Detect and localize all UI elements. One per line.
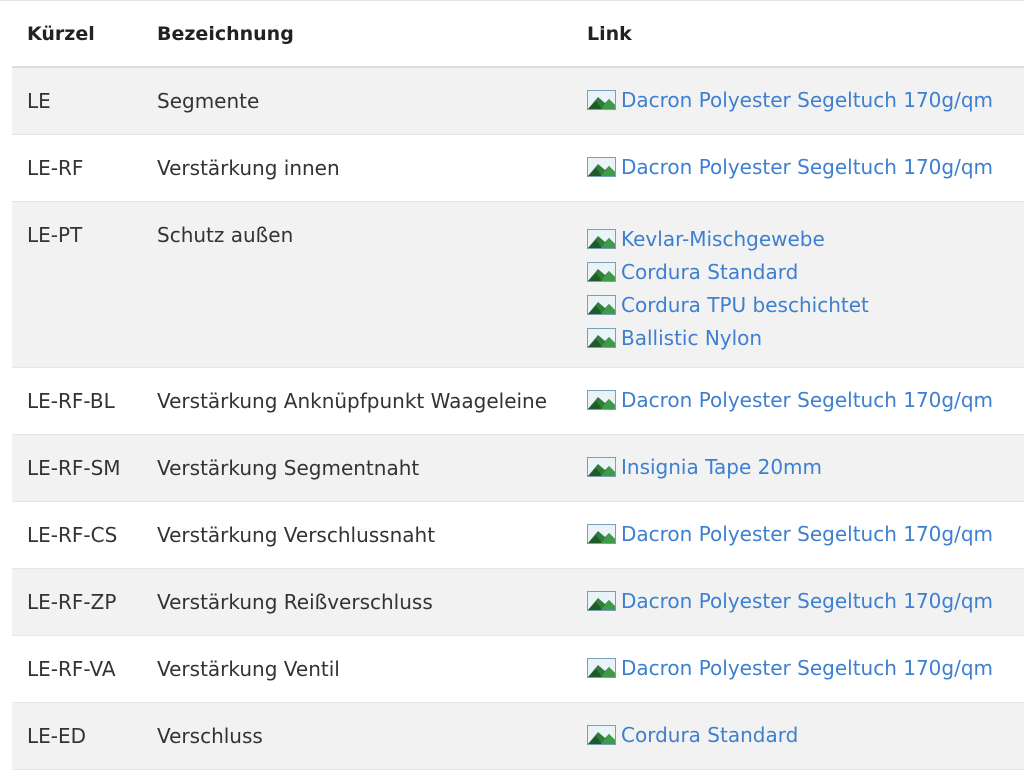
image-icon — [587, 157, 616, 177]
material-link[interactable]: Cordura Standard — [587, 719, 1024, 752]
cell-abbr: LE — [27, 88, 51, 113]
material-link[interactable]: Cordura TPU beschichtet — [587, 289, 1024, 322]
table-row: LE-RF-ZP Verstärkung Reißverschluss Dacron… — [12, 568, 1024, 635]
cell-abbr: LE-RF-ZP — [27, 589, 117, 614]
cell-name: Segmente — [157, 88, 260, 113]
header-abbr: Kürzel — [27, 22, 95, 45]
material-link-label: Dacron Polyester Segeltuch 170g/qm — [621, 656, 994, 680]
cell-links: Kevlar-Mischgewebe Cordura Standard Cordur… — [574, 201, 1024, 367]
cell-name: Schutz außen — [157, 222, 294, 247]
cell-name: Verstärkung innen — [157, 155, 340, 180]
cell-links: Cordura Standard — [574, 702, 1024, 769]
table-row: LE-RF-BL Verstärkung Anknüpfpunkt Waagele… — [12, 367, 1024, 434]
image-icon — [587, 390, 616, 410]
material-link[interactable]: Dacron Polyester Segeltuch 170g/qm — [587, 384, 1024, 417]
image-icon — [587, 261, 616, 282]
image-icon — [587, 327, 616, 348]
table-row: LE-RF-SM Verstärkung Segmentnaht Insignia … — [12, 434, 1024, 501]
material-link-label: Cordura Standard — [621, 723, 799, 747]
materials-table: Kürzel Bezeichnung Link LE Segmente Dacron… — [12, 1, 1024, 770]
cell-abbr: LE-ED — [27, 723, 87, 748]
material-link[interactable]: Kevlar-Mischgewebe — [587, 223, 1024, 256]
cell-abbr: LE-RF-VA — [27, 656, 116, 681]
image-icon — [587, 90, 616, 111]
image-icon — [587, 228, 616, 249]
material-link-label: Dacron Polyester Segeltuch 170g/qm — [621, 589, 994, 613]
cell-links: Dacron Polyester Segeltuch 170g/qm — [574, 568, 1024, 635]
table-row: LE-ED Verschluss Cordura Standard — [12, 702, 1024, 769]
cell-abbr: LE-RF-BL — [27, 388, 115, 413]
table-row: LE Segmente Dacron Polyester Segeltuch 170… — [12, 67, 1024, 134]
image-icon — [587, 725, 616, 745]
table-row: LE-RF-VA Verstärkung Ventil Dacron Polyest… — [12, 635, 1024, 702]
materials-table-container: Kürzel Bezeichnung Link LE Segmente Dacron… — [0, 0, 1024, 781]
cell-links: Dacron Polyester Segeltuch 170g/qm — [574, 67, 1024, 134]
cell-abbr: LE-RF-CS — [27, 522, 118, 547]
material-link-label: Insignia Tape 20mm — [621, 455, 823, 479]
material-link[interactable]: Dacron Polyester Segeltuch 170g/qm — [587, 84, 1024, 117]
material-link-label: Dacron Polyester Segeltuch 170g/qm — [621, 155, 994, 179]
material-link-label: Dacron Polyester Segeltuch 170g/qm — [621, 388, 994, 412]
cell-links: Dacron Polyester Segeltuch 170g/qm — [574, 635, 1024, 702]
cell-abbr: LE-RF-SM — [27, 455, 121, 480]
table-row: LE-RF-CS Verstärkung Verschlussnaht Dacron… — [12, 501, 1024, 568]
material-link[interactable]: Dacron Polyester Segeltuch 170g/qm — [587, 518, 1024, 551]
material-link-label: Dacron Polyester Segeltuch 170g/qm — [621, 522, 994, 546]
material-link-label: Cordura Standard — [621, 259, 799, 284]
cell-name: Verstärkung Reißverschluss — [157, 589, 433, 614]
cell-abbr: LE-PT — [27, 222, 83, 247]
material-link-label: Dacron Polyester Segeltuch 170g/qm — [621, 88, 994, 113]
image-icon — [587, 294, 616, 315]
header-link: Link — [587, 22, 632, 45]
cell-name: Verstärkung Verschlussnaht — [157, 522, 436, 547]
cell-name: Verschluss — [157, 723, 263, 748]
cell-links: Dacron Polyester Segeltuch 170g/qm — [574, 367, 1024, 434]
cell-name: Verstärkung Anknüpfpunkt Waageleine — [157, 388, 548, 413]
cell-name: Verstärkung Segmentnaht — [157, 455, 420, 480]
image-icon — [587, 524, 616, 544]
material-link[interactable]: Ballistic Nylon — [587, 322, 1024, 355]
table-header-row: Kürzel Bezeichnung Link — [12, 1, 1024, 67]
material-link[interactable]: Dacron Polyester Segeltuch 170g/qm — [587, 151, 1024, 184]
cell-name: Verstärkung Ventil — [157, 656, 340, 681]
material-link-label: Kevlar-Mischgewebe — [621, 226, 825, 251]
table-row: LE-PT Schutz außen Kevlar-Mischgewebe Cordu… — [12, 201, 1024, 367]
image-icon — [587, 457, 616, 477]
image-icon — [587, 658, 616, 678]
table-row: LE-RF Verstärkung innen Dacron Polyester S… — [12, 134, 1024, 201]
cell-links: Insignia Tape 20mm — [574, 434, 1024, 501]
cell-abbr: LE-RF — [27, 155, 84, 180]
material-link[interactable]: Insignia Tape 20mm — [587, 451, 1024, 484]
cell-links: Dacron Polyester Segeltuch 170g/qm — [574, 501, 1024, 568]
image-icon — [587, 591, 616, 611]
material-link[interactable]: Cordura Standard — [587, 256, 1024, 289]
material-link-label: Cordura TPU beschichtet — [621, 292, 869, 317]
cell-links: Dacron Polyester Segeltuch 170g/qm — [574, 134, 1024, 201]
material-link-label: Ballistic Nylon — [621, 325, 763, 350]
material-link[interactable]: Dacron Polyester Segeltuch 170g/qm — [587, 585, 1024, 618]
header-name: Bezeichnung — [157, 22, 294, 45]
material-link[interactable]: Dacron Polyester Segeltuch 170g/qm — [587, 652, 1024, 685]
